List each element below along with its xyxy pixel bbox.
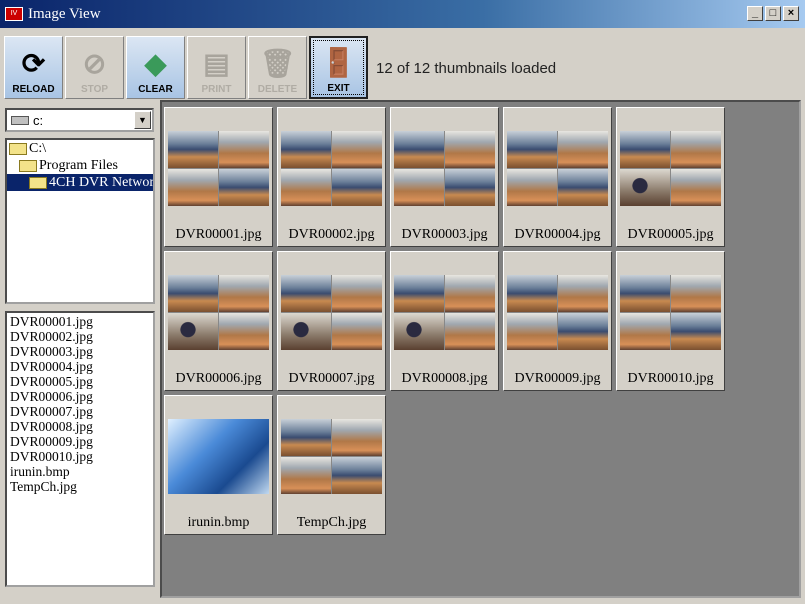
thumbnail-caption: DVR00007.jpg bbox=[288, 371, 375, 386]
thumbnail-caption: DVR00003.jpg bbox=[401, 227, 488, 242]
thumbnail-caption: TempCh.jpg bbox=[296, 515, 367, 530]
drive-value: c: bbox=[33, 112, 44, 128]
thumbnail-image bbox=[620, 275, 721, 350]
eraser-icon: ◆ bbox=[144, 47, 167, 79]
toolbar-button-delete[interactable]: 🗑 DELETE bbox=[248, 36, 307, 99]
thumbnail-caption: DVR00008.jpg bbox=[401, 371, 488, 386]
tree-node[interactable]: 4CH DVR Network bbox=[7, 174, 153, 191]
tree-node[interactable]: C:\ bbox=[7, 140, 153, 157]
file-list-item[interactable]: DVR00001.jpg bbox=[10, 314, 150, 329]
thumbnail-item[interactable]: DVR00009.jpg bbox=[503, 251, 612, 391]
thumbnail-item[interactable]: DVR00007.jpg bbox=[277, 251, 386, 391]
printer-icon: ▤ bbox=[203, 47, 230, 79]
folder-tree[interactable]: C:\ Program Files 4CH DVR Network bbox=[5, 138, 155, 304]
thumbnail-caption: DVR00010.jpg bbox=[627, 371, 714, 386]
thumbnail-image bbox=[394, 131, 495, 206]
file-list-item[interactable]: DVR00004.jpg bbox=[10, 359, 150, 374]
folder-icon bbox=[19, 159, 37, 172]
status-text: 12 of 12 thumbnails loaded bbox=[376, 60, 557, 77]
file-list-item[interactable]: irunin.bmp bbox=[10, 464, 150, 479]
tree-node[interactable]: Program Files bbox=[7, 157, 153, 174]
thumbnail-image bbox=[168, 131, 269, 206]
thumbnail-caption: DVR00005.jpg bbox=[627, 227, 714, 242]
thumbnail-image bbox=[281, 131, 382, 206]
drive-icon bbox=[11, 115, 29, 125]
file-list-item[interactable]: DVR00006.jpg bbox=[10, 389, 150, 404]
toolbar-button-label: RELOAD bbox=[12, 84, 55, 95]
file-list-item[interactable]: DVR00002.jpg bbox=[10, 329, 150, 344]
folder-icon bbox=[9, 142, 27, 155]
file-list-item[interactable]: DVR00003.jpg bbox=[10, 344, 150, 359]
thumbnail-item[interactable]: DVR00003.jpg bbox=[390, 107, 499, 247]
thumbnail-item[interactable]: irunin.bmp bbox=[164, 395, 273, 535]
thumbnail-caption: DVR00009.jpg bbox=[514, 371, 601, 386]
toolbar-button-label: DELETE bbox=[257, 84, 298, 95]
thumbnail-image bbox=[168, 419, 269, 494]
thumbnail-image bbox=[168, 275, 269, 350]
app-icon: IV bbox=[5, 7, 23, 21]
thumbnail-image bbox=[507, 131, 608, 206]
thumbnail-caption: irunin.bmp bbox=[187, 515, 250, 530]
tree-node-label: C:\ bbox=[29, 140, 47, 156]
tree-node-label: Program Files bbox=[39, 157, 118, 173]
thumbnail-caption: DVR00004.jpg bbox=[514, 227, 601, 242]
thumbnail-item[interactable]: TempCh.jpg bbox=[277, 395, 386, 535]
thumbnail-image bbox=[507, 275, 608, 350]
thumbnail-item[interactable]: DVR00005.jpg bbox=[616, 107, 725, 247]
file-list-item[interactable]: TempCh.jpg bbox=[10, 479, 150, 494]
tree-node-label: 4CH DVR Network bbox=[49, 174, 155, 190]
toolbar-button-label: STOP bbox=[80, 84, 109, 95]
minimize-button[interactable]: _ bbox=[747, 6, 763, 21]
chevron-down-icon[interactable]: ▼ bbox=[134, 111, 151, 129]
thumbnail-item[interactable]: DVR00004.jpg bbox=[503, 107, 612, 247]
file-list-item[interactable]: DVR00008.jpg bbox=[10, 419, 150, 434]
thumbnail-item[interactable]: DVR00006.jpg bbox=[164, 251, 273, 391]
toolbar-button-clear[interactable]: ◆ CLEAR bbox=[126, 36, 185, 99]
thumbnail-image bbox=[281, 419, 382, 494]
toolbar-button-print[interactable]: ▤ PRINT bbox=[187, 36, 246, 99]
trash-icon: 🗑 bbox=[259, 47, 296, 79]
toolbar-button-exit[interactable]: 🚪 EXIT bbox=[309, 36, 368, 99]
thumbnail-image bbox=[620, 131, 721, 206]
toolbar-button-label: CLEAR bbox=[138, 84, 173, 95]
exit-door-icon: 🚪 bbox=[321, 46, 356, 78]
file-list[interactable]: DVR00001.jpg DVR00002.jpg DVR00003.jpg DVR0… bbox=[5, 311, 155, 587]
window-title: Image View bbox=[28, 5, 101, 22]
thumbnail-image bbox=[394, 275, 495, 350]
drive-select[interactable]: c: ▼ bbox=[5, 108, 154, 132]
thumbnail-item[interactable]: DVR00010.jpg bbox=[616, 251, 725, 391]
file-list-item[interactable]: DVR00009.jpg bbox=[10, 434, 150, 449]
thumbnail-caption: DVR00001.jpg bbox=[175, 227, 262, 242]
thumbnail-item[interactable]: DVR00008.jpg bbox=[390, 251, 499, 391]
toolbar-button-reload[interactable]: ⟳ RELOAD bbox=[4, 36, 63, 99]
thumbnail-image bbox=[281, 275, 382, 350]
file-list-item[interactable]: DVR00005.jpg bbox=[10, 374, 150, 389]
thumbnail-caption: DVR00002.jpg bbox=[288, 227, 375, 242]
maximize-button[interactable]: □ bbox=[765, 6, 781, 21]
thumbnail-caption: DVR00006.jpg bbox=[175, 371, 262, 386]
toolbar-button-label: EXIT bbox=[327, 83, 350, 94]
folder-icon bbox=[29, 176, 47, 189]
file-list-item[interactable]: DVR00010.jpg bbox=[10, 449, 150, 464]
file-list-item[interactable]: DVR00007.jpg bbox=[10, 404, 150, 419]
thumbnail-grid: DVR00001.jpg DVR00002.jpg DVR00003.jpg DVR0… bbox=[160, 100, 801, 598]
toolbar-button-stop[interactable]: ⊘ STOP bbox=[65, 36, 124, 99]
stop-icon: ⊘ bbox=[82, 47, 107, 79]
toolbar: ⟳ RELOAD ⊘ STOP ◆ CLEAR ▤ PRINT 🗑 DELETE 🚪 EXIT bbox=[4, 36, 368, 99]
reload-icon: ⟳ bbox=[21, 47, 46, 79]
title-bar: IV Image View _ □ × bbox=[0, 0, 805, 28]
close-button[interactable]: × bbox=[783, 6, 799, 21]
thumbnail-item[interactable]: DVR00002.jpg bbox=[277, 107, 386, 247]
thumbnail-item[interactable]: DVR00001.jpg bbox=[164, 107, 273, 247]
toolbar-button-label: PRINT bbox=[201, 84, 232, 95]
